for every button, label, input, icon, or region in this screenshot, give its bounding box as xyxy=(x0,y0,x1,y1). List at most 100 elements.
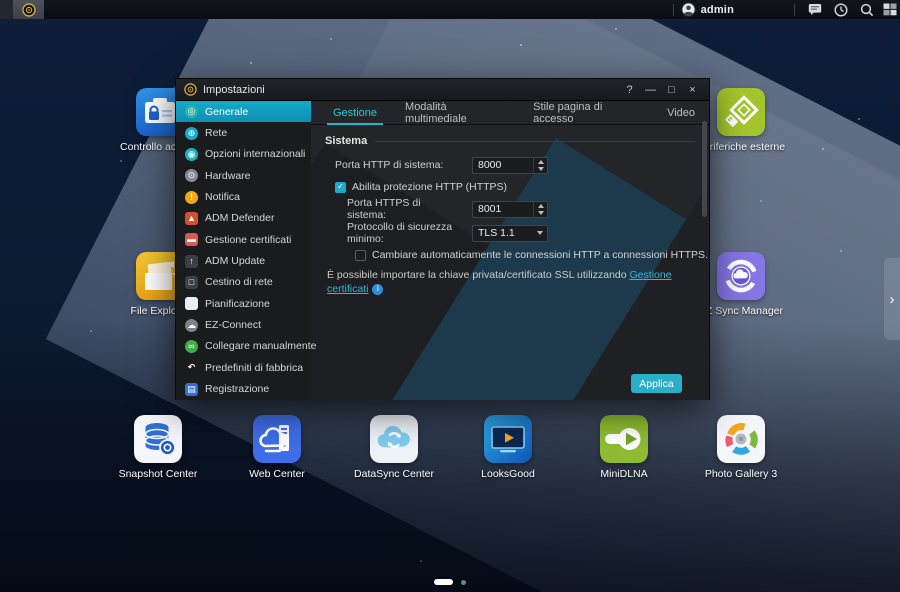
international-pin-icon: ◉ xyxy=(185,148,198,161)
sidebar-item-rete[interactable]: ⊕ Rete xyxy=(176,122,311,143)
username-label: admin xyxy=(701,4,734,16)
http-port-spinner[interactable] xyxy=(533,158,547,173)
https-port-spinner[interactable] xyxy=(533,202,547,217)
pager-page-2[interactable] xyxy=(461,580,466,585)
tab-video[interactable]: Video xyxy=(653,101,709,125)
maximize-button[interactable]: □ xyxy=(663,82,680,97)
settings-sidebar: ◎ Generale ⊕ Rete ◉ Opzioni internaziona… xyxy=(176,101,311,400)
cloud-connect-icon: ☁ xyxy=(185,319,198,332)
task-grid-icon xyxy=(883,3,897,16)
content-scrollbar[interactable] xyxy=(702,121,707,217)
chevron-down-icon xyxy=(533,231,547,235)
sidebar-item-hardware[interactable]: ⊙ Hardware xyxy=(176,165,311,186)
sidebar-item-opzioni-internazionali[interactable]: ◉ Opzioni internazionali xyxy=(176,144,311,165)
settings-tabs: Gestione Modalità multimediale Stile pag… xyxy=(311,101,709,125)
manual-link-icon: ∞ xyxy=(185,340,198,353)
sidebar-item-ez-connect[interactable]: ☁ EZ-Connect xyxy=(176,314,311,335)
ez-sync-manager-icon xyxy=(717,252,765,300)
web-center-icon xyxy=(253,415,301,463)
desktop-icon-web-center[interactable]: Web Center xyxy=(229,415,325,480)
looksgood-icon xyxy=(484,415,532,463)
sidebar-item-adm-update[interactable]: ↑ ADM Update xyxy=(176,250,311,271)
search-button[interactable] xyxy=(854,0,880,19)
topbar-left-strip xyxy=(0,0,13,19)
hardware-chip-icon: ⊙ xyxy=(185,169,198,182)
info-icon[interactable]: i xyxy=(372,284,383,295)
topbar-separator xyxy=(794,4,795,16)
https-redirect-label: Cambiare automaticamente le connessioni … xyxy=(372,249,708,261)
desktop-icon-label: MiniDLNA xyxy=(600,468,647,480)
settings-window-title: Impostazioni xyxy=(203,84,265,96)
http-port-label: Porta HTTP di sistema: xyxy=(325,159,460,171)
https-port-label: Porta HTTPS di sistema: xyxy=(325,197,460,221)
tls-selected-value: TLS 1.1 xyxy=(473,227,533,239)
apply-button[interactable]: Applica xyxy=(631,374,682,393)
desktop-icon-label: Periferiche esterne xyxy=(697,141,785,153)
gauge-clock-icon xyxy=(834,3,848,17)
settings-scroll-area: Sistema Porta HTTP di sistema: Abilita p… xyxy=(311,125,709,303)
desktop-icon-label: Photo Gallery 3 xyxy=(705,468,777,480)
user-menu[interactable]: admin xyxy=(681,2,734,17)
network-globe-icon: ⊕ xyxy=(185,127,198,140)
sidebar-item-generale[interactable]: ◎ Generale xyxy=(176,101,311,122)
task-view-button[interactable] xyxy=(880,0,900,19)
desktop-icon-photo-gallery-3[interactable]: Photo Gallery 3 xyxy=(693,415,789,480)
close-button[interactable]: × xyxy=(684,82,701,97)
tab-modalita-multimediale[interactable]: Modalità multimediale xyxy=(391,101,519,125)
side-panel-toggle[interactable]: › xyxy=(884,258,900,340)
external-devices-icon xyxy=(717,88,765,136)
sidebar-item-predefiniti-di-fabbrica[interactable]: ↶ Predefiniti di fabbrica xyxy=(176,357,311,378)
certificate-note-text: È possibile importare la chiave privata/… xyxy=(327,269,630,281)
https-redirect-row: Cambiare automaticamente le connessioni … xyxy=(325,245,695,265)
desktop-pager xyxy=(0,579,900,585)
http-port-field xyxy=(472,157,548,174)
search-icon xyxy=(860,3,874,17)
sidebar-item-collegare-manualmente[interactable]: ∞ Collegare manualmente xyxy=(176,336,311,357)
http-port-input[interactable] xyxy=(473,158,533,173)
https-redirect-checkbox[interactable] xyxy=(355,250,366,261)
certificate-card-icon: ▬ xyxy=(185,233,198,246)
settings-gear-icon xyxy=(184,83,197,96)
http-port-row: Porta HTTP di sistema: xyxy=(325,153,695,177)
minimize-button[interactable]: — xyxy=(642,82,659,97)
datasync-center-icon xyxy=(370,415,418,463)
sidebar-item-gestione-certificati[interactable]: ▬ Gestione certificati xyxy=(176,229,311,250)
asustor-logo-icon xyxy=(22,3,36,17)
snapshot-center-icon xyxy=(134,415,182,463)
sidebar-item-pianificazione[interactable]: ◔ Pianificazione xyxy=(176,293,311,314)
settings-window: Impostazioni ? — □ × ◎ Generale ⊕ Rete ◉… xyxy=(175,78,710,400)
pager-page-1-active[interactable] xyxy=(434,579,453,585)
desktop-icon-datasync-center[interactable]: DataSync Center xyxy=(346,415,442,480)
tls-select[interactable]: TLS 1.1 xyxy=(472,225,548,242)
https-enable-row: Abilita protezione HTTP (HTTPS) xyxy=(325,177,695,197)
help-button[interactable]: ? xyxy=(621,82,638,97)
settings-titlebar[interactable]: Impostazioni ? — □ × xyxy=(176,79,709,101)
desktop-icon-snapshot-center[interactable]: Snapshot Center xyxy=(110,415,206,480)
desktop-icon-minidlna[interactable]: MiniDLNA xyxy=(576,415,672,480)
update-arrow-icon: ↑ xyxy=(185,255,198,268)
desktop-icon-label: LooksGood xyxy=(481,468,535,480)
desktop-icon-looksgood[interactable]: LooksGood xyxy=(460,415,556,480)
resource-monitor-button[interactable] xyxy=(828,0,854,19)
tab-gestione[interactable]: Gestione xyxy=(319,101,391,125)
https-enable-label: Abilita protezione HTTP (HTTPS) xyxy=(352,181,507,193)
minidlna-icon xyxy=(600,415,648,463)
tab-stile-pagina-di-accesso[interactable]: Stile pagina di accesso xyxy=(519,101,653,125)
tls-row: Protocollo di sicurezza minimo: TLS 1.1 xyxy=(325,221,695,245)
notification-icon: ! xyxy=(185,191,198,204)
notifications-chat-button[interactable] xyxy=(802,0,828,19)
https-enable-checkbox[interactable] xyxy=(335,182,346,193)
sidebar-item-registrazione[interactable]: ▤ Registrazione xyxy=(176,378,311,399)
https-port-input[interactable] xyxy=(473,202,533,217)
certificate-note-period: . xyxy=(327,297,330,303)
sidebar-item-cestino-di-rete[interactable]: □ Cestino di rete xyxy=(176,272,311,293)
sidebar-item-notifica[interactable]: ! Notifica xyxy=(176,186,311,207)
sidebar-item-adm-defender[interactable]: ▲ ADM Defender xyxy=(176,208,311,229)
user-avatar-icon xyxy=(681,2,696,17)
scheduler-calendar-icon: ◔ xyxy=(185,297,198,310)
section-divider xyxy=(375,141,695,142)
topbar-separator xyxy=(673,4,674,16)
asustor-menu-button[interactable] xyxy=(13,0,44,19)
network-recycle-bin-icon: □ xyxy=(185,276,198,289)
chevron-right-icon: › xyxy=(890,292,895,307)
